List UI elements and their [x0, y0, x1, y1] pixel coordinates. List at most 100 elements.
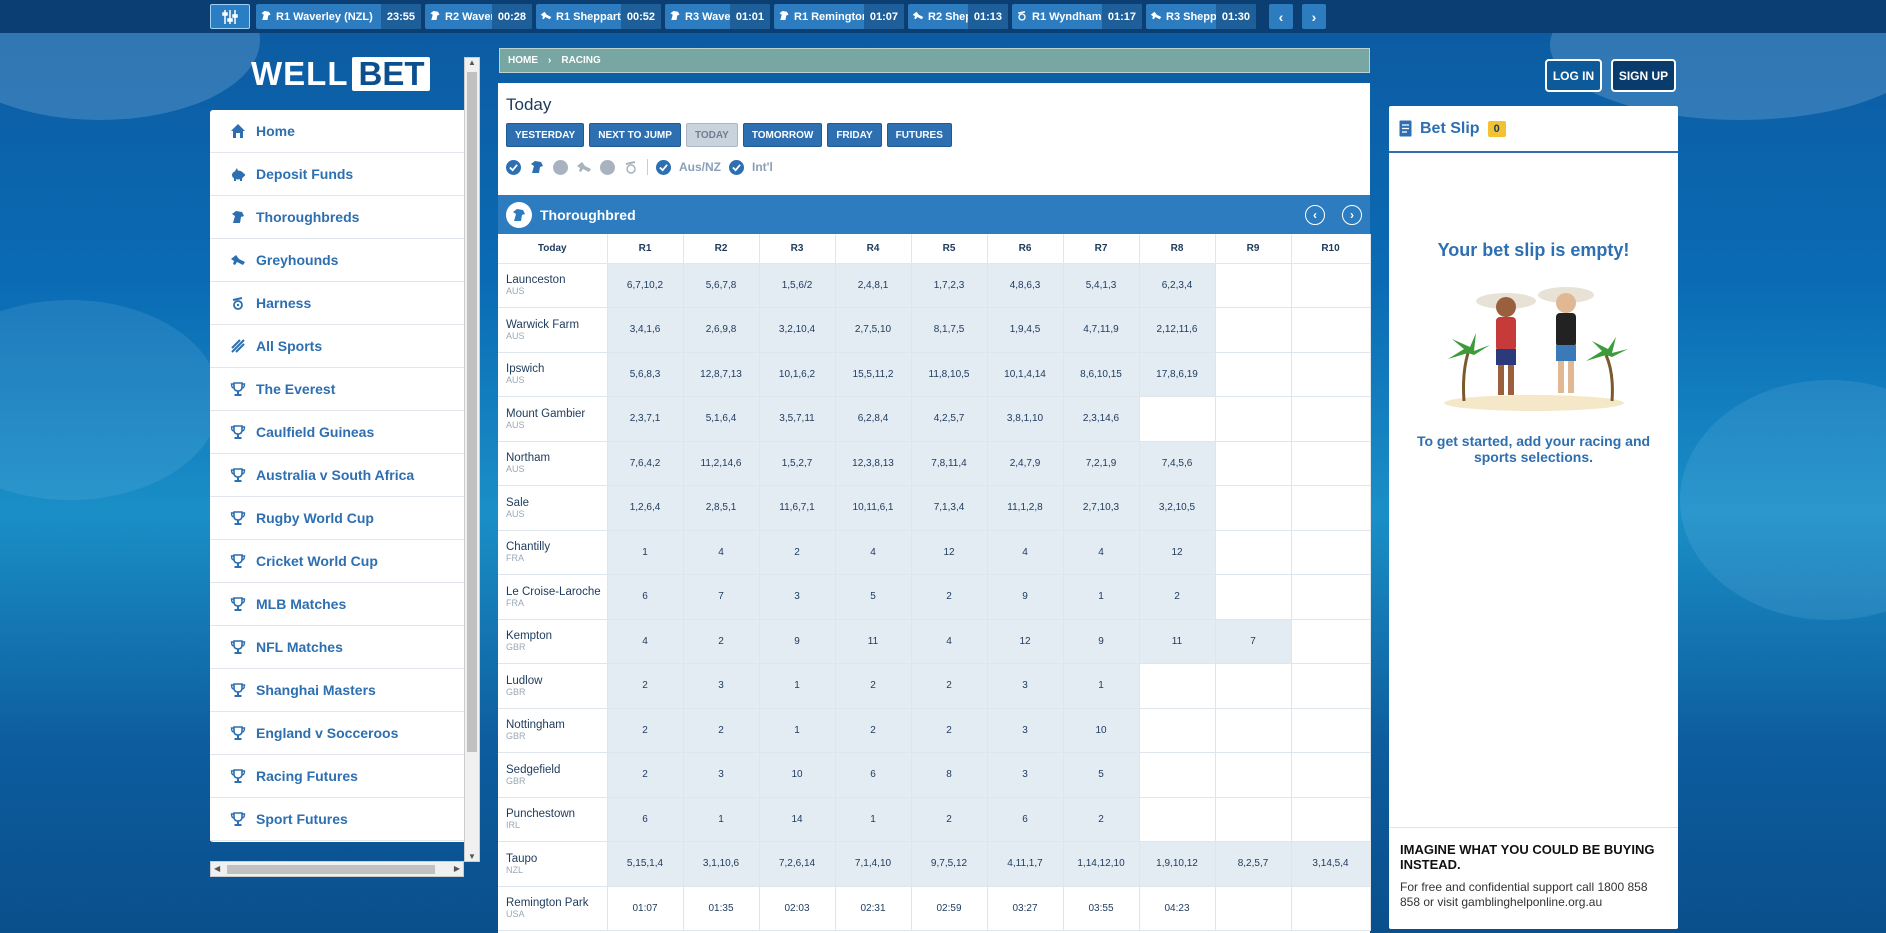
race-result-cell[interactable]: 12	[1138, 529, 1216, 575]
race-result-cell[interactable]: 1,5,2,7	[758, 440, 836, 486]
race-result-cell[interactable]: 11,6,7,1	[758, 485, 836, 531]
race-result-cell[interactable]: 10,1,4,14	[986, 351, 1064, 397]
ticker-prev-button[interactable]: ‹	[1269, 4, 1293, 29]
race-result-cell[interactable]: 1,14,12,10	[1062, 841, 1140, 887]
tab-tomorrow[interactable]: TOMORROW	[742, 123, 823, 147]
race-result-cell[interactable]: 12	[986, 618, 1064, 664]
venue-cell[interactable]: Warwick Farm AUS	[498, 307, 608, 353]
race-result-cell[interactable]: 7	[682, 574, 760, 620]
race-result-cell[interactable]: 10	[758, 752, 836, 798]
race-result-cell[interactable]: 15,5,11,2	[834, 351, 912, 397]
ticker-race-item[interactable]: R1 Remington Park (...01:07	[774, 4, 904, 29]
race-result-cell[interactable]: 3,2,10,5	[1138, 485, 1216, 531]
race-result-cell[interactable]: 3	[758, 574, 836, 620]
race-result-cell[interactable]: 9	[986, 574, 1064, 620]
race-result-cell[interactable]: 6,7,10,2	[606, 262, 684, 308]
race-result-cell[interactable]: 8,2,5,7	[1214, 841, 1292, 887]
race-result-cell[interactable]: 02:31	[834, 885, 912, 931]
race-result-cell[interactable]: 4,8,6,3	[986, 262, 1064, 308]
race-result-cell[interactable]: 4,2,5,7	[910, 396, 988, 442]
race-result-cell[interactable]: 01:07	[606, 885, 684, 931]
ticker-race-item[interactable]: R1 Wyndham (NZL)01:17	[1012, 4, 1142, 29]
race-result-cell[interactable]: 01:35	[682, 885, 760, 931]
venue-cell[interactable]: Nottingham GBR	[498, 707, 608, 753]
race-result-cell[interactable]: 7	[1214, 618, 1292, 664]
race-result-cell[interactable]: 10	[1062, 707, 1140, 753]
sidebar-horizontal-scrollbar[interactable]: ◀ ▶	[210, 861, 464, 877]
tab-friday[interactable]: FRIDAY	[827, 123, 882, 147]
tab-next-to-jump[interactable]: NEXT TO JUMP	[589, 123, 681, 147]
sidebar-item-all-sports[interactable]: All Sports	[210, 325, 464, 368]
race-result-cell[interactable]: 4	[1062, 529, 1140, 575]
race-result-cell[interactable]: 4,11,1,7	[986, 841, 1064, 887]
race-result-cell[interactable]: 5,4,1,3	[1062, 262, 1140, 308]
race-result-cell[interactable]: 5	[834, 574, 912, 620]
race-result-cell[interactable]: 5,6,7,8	[682, 262, 760, 308]
race-result-cell[interactable]: 3	[682, 663, 760, 709]
race-result-cell[interactable]: 3,1,10,6	[682, 841, 760, 887]
race-result-cell[interactable]: 7,2,1,9	[1062, 440, 1140, 486]
race-result-cell[interactable]: 11,8,10,5	[910, 351, 988, 397]
venue-cell[interactable]: Ipswich AUS	[498, 351, 608, 397]
race-result-cell[interactable]: 12,3,8,13	[834, 440, 912, 486]
race-result-cell[interactable]: 1	[1062, 663, 1140, 709]
intl-check-icon[interactable]	[729, 159, 744, 175]
race-result-cell[interactable]: 2	[606, 707, 684, 753]
ticker-race-item[interactable]: R2 Shepparton01:13	[908, 4, 1008, 29]
race-result-cell[interactable]: 7,1,4,10	[834, 841, 912, 887]
venue-cell[interactable]: Northam AUS	[498, 440, 608, 486]
venue-cell[interactable]: Mount Gambier AUS	[498, 396, 608, 442]
ticker-next-button[interactable]: ›	[1302, 4, 1326, 29]
race-result-cell[interactable]: 6	[986, 796, 1064, 842]
race-result-cell[interactable]: 2	[910, 663, 988, 709]
race-result-cell[interactable]: 2	[834, 707, 912, 753]
race-result-cell[interactable]: 03:55	[1062, 885, 1140, 931]
sidebar-scrollbar[interactable]: ▲ ▼	[464, 57, 480, 862]
race-result-cell[interactable]: 2	[606, 663, 684, 709]
race-result-cell[interactable]: 7,8,11,4	[910, 440, 988, 486]
race-result-cell[interactable]: 2,7,5,10	[834, 307, 912, 353]
venue-cell[interactable]: Le Croise-Laroche FRA	[498, 574, 608, 620]
race-result-cell[interactable]: 02:59	[910, 885, 988, 931]
sidebar-item-racing-futures[interactable]: Racing Futures	[210, 755, 464, 798]
race-result-cell[interactable]: 11,2,14,6	[682, 440, 760, 486]
ticker-race-item[interactable]: R2 Waverley (NZL)00:28	[425, 4, 532, 29]
race-result-cell[interactable]: 8	[910, 752, 988, 798]
sidebar-scroll-thumb[interactable]	[467, 72, 477, 752]
race-result-cell[interactable]: 17,8,6,19	[1138, 351, 1216, 397]
race-result-cell[interactable]: 7,1,3,4	[910, 485, 988, 531]
sidebar-item-cricket-world-cup[interactable]: Cricket World Cup	[210, 540, 464, 583]
race-result-cell[interactable]: 4,7,11,9	[1062, 307, 1140, 353]
scroll-down-icon[interactable]: ▼	[468, 852, 476, 861]
race-result-cell[interactable]: 9	[1062, 618, 1140, 664]
aus-nz-check-icon[interactable]	[656, 159, 671, 175]
sidebar-item-rugby-world-cup[interactable]: Rugby World Cup	[210, 497, 464, 540]
sidebar-item-the-everest[interactable]: The Everest	[210, 368, 464, 411]
scroll-right-icon[interactable]: ▶	[454, 864, 460, 873]
section-next-button[interactable]: ›	[1342, 204, 1362, 225]
race-result-cell[interactable]: 10,1,6,2	[758, 351, 836, 397]
race-result-cell[interactable]: 6,2,3,4	[1138, 262, 1216, 308]
ticker-race-item[interactable]: R1 Shepparton00:52	[536, 4, 661, 29]
race-result-cell[interactable]: 2	[910, 707, 988, 753]
race-result-cell[interactable]: 2,4,7,9	[986, 440, 1064, 486]
intl-filter-label[interactable]: Int'l	[752, 160, 773, 174]
race-result-cell[interactable]: 2	[1138, 574, 1216, 620]
venue-cell[interactable]: Chantilly FRA	[498, 529, 608, 575]
race-result-cell[interactable]: 3	[986, 707, 1064, 753]
race-result-cell[interactable]: 2	[834, 663, 912, 709]
signup-button[interactable]: SIGN UP	[1611, 59, 1676, 92]
race-result-cell[interactable]: 2,4,8,1	[834, 262, 912, 308]
race-result-cell[interactable]: 11,1,2,8	[986, 485, 1064, 531]
race-result-cell[interactable]: 3	[986, 752, 1064, 798]
race-result-cell[interactable]: 2	[682, 618, 760, 664]
race-result-cell[interactable]: 2,3,14,6	[1062, 396, 1140, 442]
race-result-cell[interactable]: 03:27	[986, 885, 1064, 931]
sidebar-item-deposit-funds[interactable]: Deposit Funds	[210, 153, 464, 196]
race-result-cell[interactable]: 1	[606, 529, 684, 575]
race-result-cell[interactable]: 4	[834, 529, 912, 575]
race-result-cell[interactable]: 1	[1062, 574, 1140, 620]
race-result-cell[interactable]: 1,2,6,4	[606, 485, 684, 531]
ticker-filter-button[interactable]	[210, 4, 250, 29]
race-result-cell[interactable]: 3,5,7,11	[758, 396, 836, 442]
